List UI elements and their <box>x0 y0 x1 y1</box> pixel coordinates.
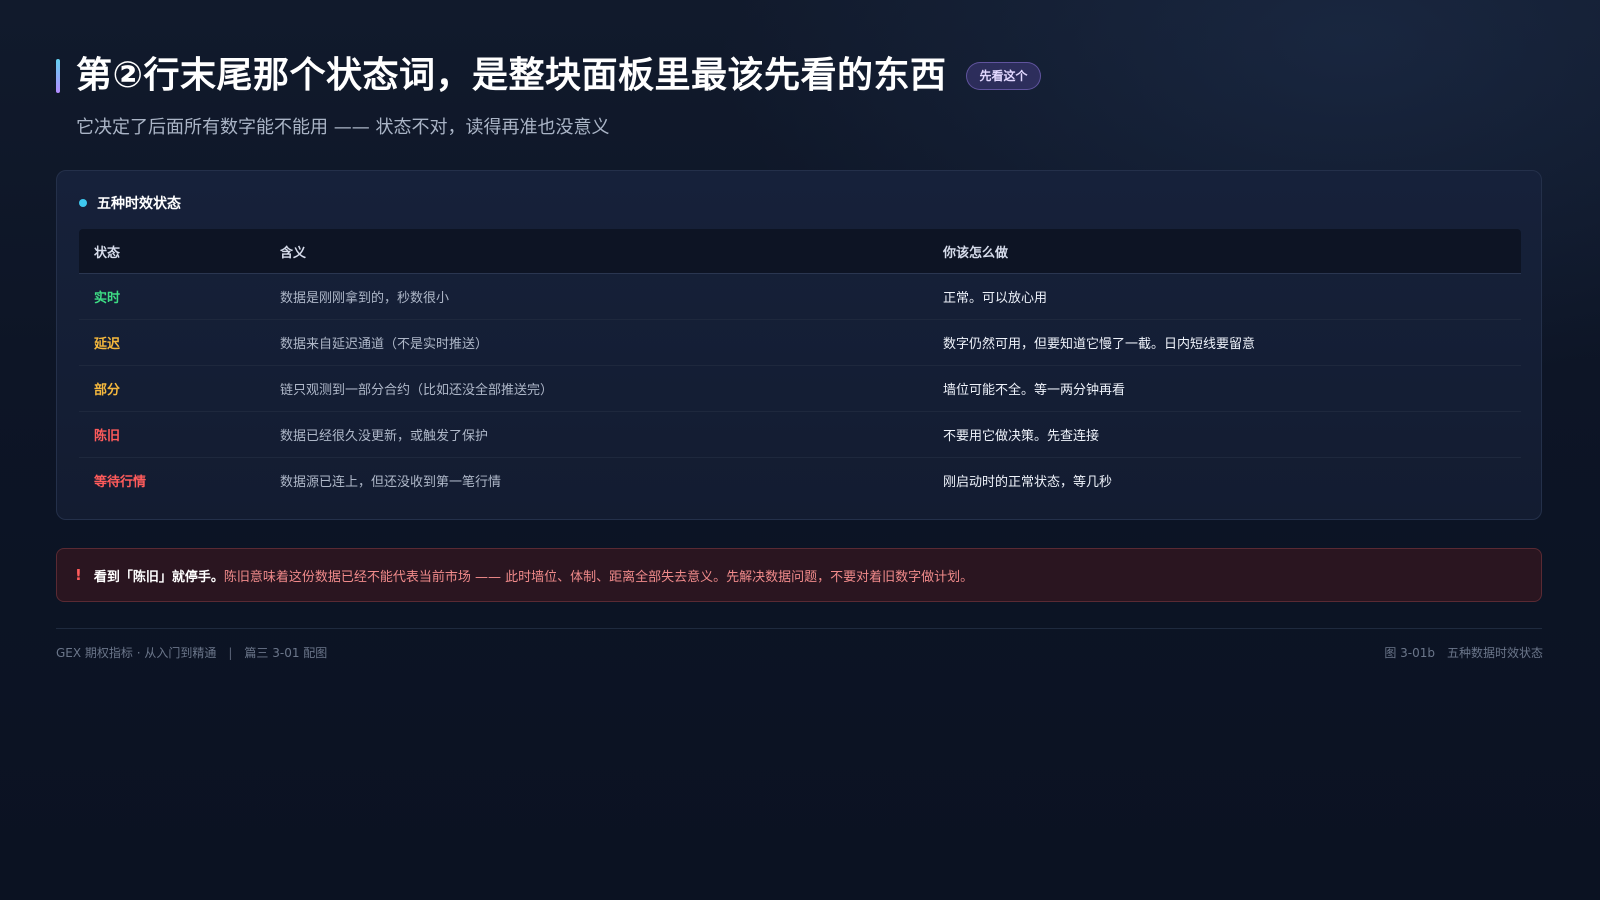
action-cell: 刚启动时的正常状态，等几秒 <box>943 475 1113 490</box>
page-subtitle: 它决定了后面所有数字能不能用 —— 状态不对，读得再准也没意义 <box>76 117 610 138</box>
warning-text: 陈旧意味着这份数据已经不能代表当前市场 —— 此时墙位、体制、距离全部失去意义。… <box>223 569 974 585</box>
footer-separator: | <box>228 645 233 660</box>
status-label: 陈旧 <box>94 429 121 444</box>
action-cell: 不要用它做决策。先查连接 <box>943 429 1100 444</box>
action-cell: 正常。可以放心用 <box>943 291 1048 306</box>
status-table: 状态 含义 你该怎么做 实时 数据是刚刚拿到的，秒数很小 正常。可以放心用 延迟… <box>79 229 1521 503</box>
footer-left: GEX 期权指标 · 从入门到精通 | 篇三 3-01 配图 <box>56 644 327 661</box>
status-card: 五种时效状态 状态 含义 你该怎么做 实时 数据是刚刚拿到的，秒数很小 正常。可… <box>56 170 1542 520</box>
meaning-cell: 链只观测到一部分合约（比如还没全部推送完） <box>280 383 554 398</box>
series-name: GEX 期权指标 · 从入门到精通 <box>56 646 217 660</box>
page-title: 第②行末尾那个状态词，是整块面板里最该先看的东西 <box>76 55 947 96</box>
table-row: 陈旧 数据已经很久没更新，或触发了保护 不要用它做决策。先查连接 <box>79 412 1521 458</box>
status-label: 延迟 <box>94 337 121 352</box>
chapter-label: 篇三 3-01 配图 <box>244 646 328 660</box>
table-header: 状态 含义 你该怎么做 <box>79 229 1521 274</box>
card-title: 五种时效状态 <box>97 196 181 212</box>
stale-warning-banner: ! 看到「陈旧」就停手。 陈旧意味着这份数据已经不能代表当前市场 —— 此时墙位… <box>56 548 1542 602</box>
meaning-cell: 数据源已连上，但还没收到第一笔行情 <box>280 475 502 490</box>
footer-right: 图 3-01b 五种数据时效状态 <box>1384 644 1543 661</box>
meaning-cell: 数据已经很久没更新，或触发了保护 <box>280 429 489 444</box>
meaning-cell: 数据来自延迟通道（不是实时推送） <box>280 337 489 352</box>
table-row: 延迟 数据来自延迟通道（不是实时推送） 数字仍然可用，但要知道它慢了一截。日内短… <box>79 320 1521 366</box>
column-header-action: 你该怎么做 <box>943 245 1009 261</box>
footer-divider <box>56 628 1542 629</box>
figure-number: 图 3-01b <box>1384 646 1435 660</box>
table-row: 等待行情 数据源已连上，但还没收到第一笔行情 刚启动时的正常状态，等几秒 <box>79 458 1521 503</box>
column-header-meaning: 含义 <box>280 245 307 261</box>
table-row: 部分 链只观测到一部分合约（比如还没全部推送完） 墙位可能不全。等一两分钟再看 <box>79 366 1521 412</box>
action-cell: 墙位可能不全。等一两分钟再看 <box>943 383 1126 398</box>
status-label: 实时 <box>94 291 121 306</box>
page-header: 第②行末尾那个状态词，是整块面板里最该先看的东西 先看这个 <box>56 52 1041 100</box>
bullet-dot-icon <box>79 199 87 207</box>
figure-caption: 五种数据时效状态 <box>1446 646 1543 660</box>
table-row: 实时 数据是刚刚拿到的，秒数很小 正常。可以放心用 <box>79 274 1521 320</box>
exclamation-icon: ! <box>75 566 82 584</box>
look-first-badge: 先看这个 <box>966 62 1041 90</box>
status-label: 部分 <box>94 383 121 398</box>
action-cell: 数字仍然可用，但要知道它慢了一截。日内短线要留意 <box>943 337 1256 352</box>
warning-headline: 看到「陈旧」就停手。 <box>93 569 224 585</box>
accent-bar <box>56 59 60 93</box>
column-header-status: 状态 <box>94 245 121 261</box>
card-header: 五种时效状态 <box>79 193 181 213</box>
meaning-cell: 数据是刚刚拿到的，秒数很小 <box>280 291 450 306</box>
status-label: 等待行情 <box>94 475 147 490</box>
